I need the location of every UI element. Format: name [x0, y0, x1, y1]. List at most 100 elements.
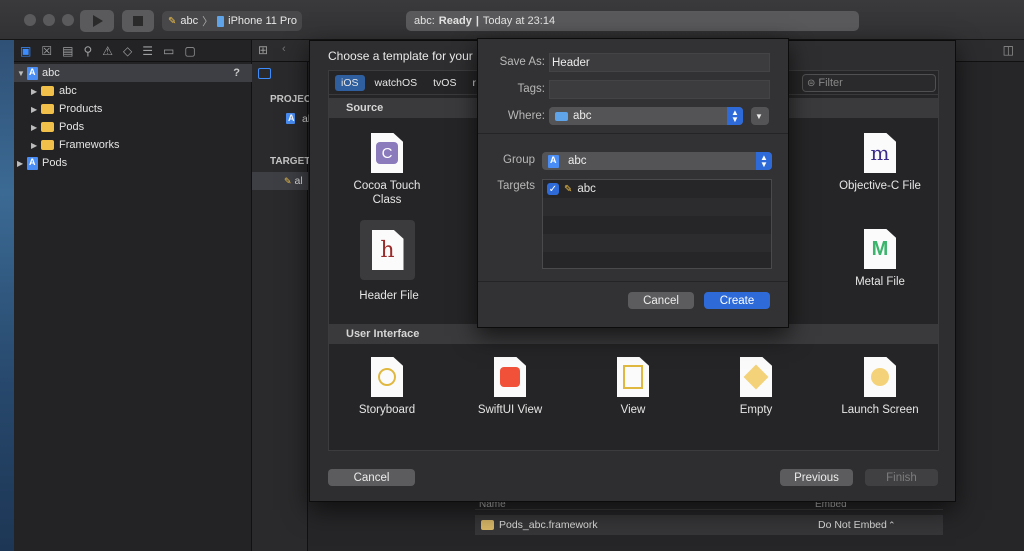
template-label: Storyboard: [358, 404, 416, 416]
template-metal-file[interactable]: M Metal File: [825, 221, 935, 311]
previous-button[interactable]: Previous: [780, 469, 853, 486]
status-badge: ?: [233, 67, 240, 79]
project-list-item[interactable]: al: [286, 113, 310, 125]
project-file-icon: [286, 113, 295, 124]
tree-item-abc-folder[interactable]: ▶ abc: [14, 82, 252, 100]
app-target-icon: ✎: [284, 175, 292, 186]
split-editor-icon[interactable]: ◫: [1003, 43, 1014, 57]
disclosure-closed-icon[interactable]: ▶: [31, 105, 41, 114]
save-as-field[interactable]: Header: [549, 53, 770, 72]
group-popup[interactable]: abc ▲▼: [542, 152, 772, 170]
create-button[interactable]: Create: [704, 292, 770, 309]
activity-project: abc:: [414, 15, 435, 27]
folder-icon: [41, 86, 54, 96]
chevron-down-icon: ▼: [755, 111, 763, 121]
filter-placeholder: Filter: [818, 77, 843, 89]
grid-icon[interactable]: ⊞: [258, 43, 268, 57]
empty-icon: [740, 357, 772, 397]
framework-icon: [481, 520, 494, 530]
empty-row: [543, 216, 771, 234]
disclosure-closed-icon[interactable]: ▶: [31, 141, 41, 150]
chevron-right-icon: 〉: [202, 16, 214, 28]
template-view[interactable]: View: [578, 349, 688, 439]
template-label: View: [620, 404, 646, 416]
target-row[interactable]: ✓ ✎ abc: [543, 180, 771, 198]
navigator-tab-bar: ▣ ☒ ▤ ⚲ ⚠ ◇ ☰ ▭ ▢: [14, 40, 252, 62]
target-checkbox[interactable]: ✓: [547, 183, 559, 195]
filter-field[interactable]: ⊜ Filter: [802, 74, 936, 92]
tags-field[interactable]: [549, 80, 770, 99]
tree-item-pods-folder[interactable]: ▶ Pods: [14, 118, 252, 136]
cancel-button[interactable]: Cancel: [628, 292, 694, 309]
issue-nav-icon[interactable]: ⚠: [102, 44, 113, 58]
template-storyboard[interactable]: Storyboard: [332, 349, 442, 439]
where-popup[interactable]: abc ▲ ▼: [549, 107, 743, 125]
finish-button[interactable]: Finish: [865, 469, 938, 486]
metal-file-icon: M: [864, 229, 896, 269]
template-empty[interactable]: Empty: [701, 349, 811, 439]
zoom-window-button[interactable]: [62, 14, 74, 26]
disclosure-closed-icon[interactable]: ▶: [31, 87, 41, 96]
tab-ios[interactable]: iOS: [335, 74, 365, 91]
tree-item-project-abc[interactable]: ▼ abc ?: [14, 64, 252, 82]
tree-item-label: Products: [59, 103, 103, 115]
tree-item-products[interactable]: ▶ Products: [14, 100, 252, 118]
disclosure-closed-icon[interactable]: ▶: [17, 159, 27, 168]
template-launch-screen[interactable]: Launch Screen: [825, 349, 935, 439]
activity-time: Today at 23:14: [482, 15, 556, 27]
template-objective-c-file[interactable]: m Objective-C File: [825, 125, 935, 215]
folder-icon: [41, 104, 54, 114]
where-label: Where:: [507, 110, 545, 122]
folder-icon: [41, 122, 54, 132]
template-label: Empty: [739, 404, 773, 416]
embed-value[interactable]: Do Not Embed: [818, 519, 887, 531]
breakpoint-nav-icon[interactable]: ▭: [163, 44, 174, 58]
target-list-item[interactable]: ✎ al: [252, 172, 308, 190]
minimize-window-button[interactable]: [43, 14, 55, 26]
tree-item-label: Pods: [59, 121, 85, 133]
sidebar-toggle-icon[interactable]: [258, 68, 271, 79]
expand-panel-button[interactable]: ▼: [751, 107, 769, 125]
header-glyph: h: [380, 237, 395, 263]
back-icon[interactable]: ‹: [282, 43, 286, 55]
target-name: abc: [577, 183, 596, 195]
folder-nav-icon[interactable]: ▣: [20, 44, 31, 58]
report-nav-icon[interactable]: ▢: [184, 44, 195, 58]
template-swiftui-view[interactable]: SwiftUI View: [455, 349, 565, 439]
disclosure-open-icon[interactable]: ▼: [17, 69, 27, 78]
test-nav-icon[interactable]: ◇: [123, 44, 132, 58]
tree-item-frameworks[interactable]: ▶ Frameworks: [14, 136, 252, 154]
debug-nav-icon[interactable]: ☰: [142, 44, 153, 58]
updown-chevron-icon: ▲ ▼: [756, 152, 772, 170]
tags-label: Tags:: [517, 83, 546, 95]
activity-separator: |: [475, 15, 479, 27]
close-window-button[interactable]: [24, 14, 36, 26]
device-label: iPhone 11 Pro: [228, 15, 298, 27]
project-navigator: ▣ ☒ ▤ ⚲ ⚠ ◇ ☰ ▭ ▢ ▼ abc ? ▶ abc ▶ Produc…: [14, 40, 252, 551]
project-file-icon: [548, 154, 559, 168]
save-as-label: Save As:: [499, 56, 545, 68]
filter-icon: ⊜: [807, 77, 816, 89]
tab-watchos[interactable]: watchOS: [369, 75, 424, 91]
scheme-selector[interactable]: ✎ abc 〉 iPhone 11 Pro: [162, 11, 302, 31]
sheet-cancel-button[interactable]: Cancel: [328, 469, 415, 486]
app-target-icon: ✎: [564, 183, 573, 195]
run-button[interactable]: [80, 10, 114, 32]
table-row[interactable]: Pods_abc.framework Do Not Embed ⌃: [475, 515, 943, 535]
template-header-file-label: Header File: [359, 290, 419, 302]
tab-tvos[interactable]: tvOS: [427, 75, 462, 91]
folder-icon: [555, 111, 568, 121]
disclosure-closed-icon[interactable]: ▶: [31, 123, 41, 132]
divider: [478, 281, 788, 282]
tree-item-pods-project[interactable]: ▶ Pods: [14, 154, 252, 172]
project-file-icon: [27, 66, 38, 80]
save-panel: Save As: Header Tags: Where: abc ▲ ▼ ▼ Gr…: [477, 38, 789, 328]
search-nav-icon[interactable]: ⚲: [83, 44, 92, 58]
objc-file-icon: m: [864, 133, 896, 173]
source-control-nav-icon[interactable]: ☒: [41, 44, 52, 58]
symbol-nav-icon[interactable]: ▤: [62, 44, 73, 58]
template-cocoa-touch-class[interactable]: C Cocoa Touch Class: [332, 125, 442, 215]
where-value: abc: [573, 110, 592, 122]
stop-button[interactable]: [122, 10, 154, 32]
template-header-file[interactable]: h: [360, 220, 415, 280]
